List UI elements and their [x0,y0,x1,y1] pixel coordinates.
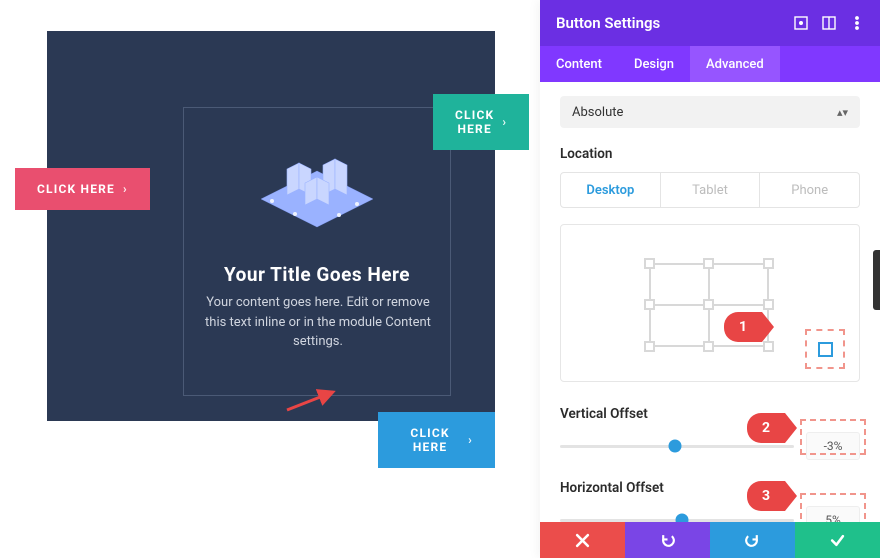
undo-button[interactable] [625,522,710,558]
save-button[interactable] [795,522,880,558]
focus-icon[interactable] [794,16,808,30]
horizontal-offset-label: Horizontal Offset [560,480,860,496]
hero-section: Your Title Goes Here Your content goes h… [47,31,495,421]
anchor-mid-center[interactable] [703,299,714,310]
panel-header: Button Settings [540,0,880,46]
anchor-top-center[interactable] [703,258,714,269]
collapse-icon[interactable] [822,16,836,30]
vertical-offset-slider[interactable] [560,445,794,448]
location-label: Location [560,146,860,162]
button-label: Click Here [455,108,494,136]
chevron-right-icon: › [502,115,507,129]
tab-design[interactable]: Design [618,46,690,82]
position-value: Absolute [572,105,623,120]
button-label: Click Here [37,182,115,196]
panel-title: Button Settings [556,14,660,32]
slider-thumb[interactable] [668,440,681,453]
chevron-updown-icon: ▴▾ [837,106,848,119]
device-tab-desktop[interactable]: Desktop [560,172,661,208]
more-icon[interactable] [850,16,864,30]
anchor-bottom-right[interactable] [763,341,774,352]
chevron-right-icon: › [123,182,128,196]
settings-panel: Button Settings Content Design Advanced … [540,0,880,558]
anchor-active-indicator[interactable] [818,342,833,357]
panel-footer [540,522,880,558]
header-actions [794,16,864,30]
anchor-top-right[interactable] [763,258,774,269]
canvas-preview: Your Title Goes Here Your content goes h… [0,0,540,558]
anchor-bottom-center[interactable] [703,341,714,352]
location-anchor-grid [560,224,860,382]
device-tab-tablet[interactable]: Tablet [661,172,761,208]
panel-body: Absolute ▴▾ Location Desktop Tablet Phon… [540,82,880,534]
callout-1: 1 [724,312,762,342]
button-label: Click Here [400,426,460,454]
anchor-mid-right[interactable] [763,299,774,310]
cancel-button[interactable] [540,522,625,558]
chevron-right-icon: › [468,433,473,447]
hero-illustration [247,149,387,235]
callout-2: 2 [747,413,785,443]
hero-title: Your Title Goes Here [187,263,447,286]
anchor-top-left[interactable] [644,258,655,269]
device-tab-phone[interactable]: Phone [760,172,860,208]
click-here-button-pink[interactable]: Click Here › [15,168,150,210]
panel-tabs: Content Design Advanced [540,46,880,82]
tab-content[interactable]: Content [540,46,618,82]
anchor-bottom-left[interactable] [644,341,655,352]
hero-body: Your content goes here. Edit or remove t… [202,293,434,352]
scrollbar-thumb[interactable] [873,250,880,310]
device-tabs: Desktop Tablet Phone [560,172,860,208]
redo-button[interactable] [710,522,795,558]
click-here-button-teal[interactable]: Click Here › [433,94,529,150]
callout-3: 3 [747,481,785,511]
tab-advanced[interactable]: Advanced [690,46,780,82]
vertical-offset-group: Vertical Offset -3% [560,406,860,460]
anchor-mid-left[interactable] [644,299,655,310]
vertical-offset-value[interactable]: -3% [806,432,860,460]
vertical-offset-label: Vertical Offset [560,406,860,422]
click-here-button-blue[interactable]: Click Here › [378,412,495,468]
position-select[interactable]: Absolute ▴▾ [560,96,860,128]
annotation-arrow [285,388,337,412]
